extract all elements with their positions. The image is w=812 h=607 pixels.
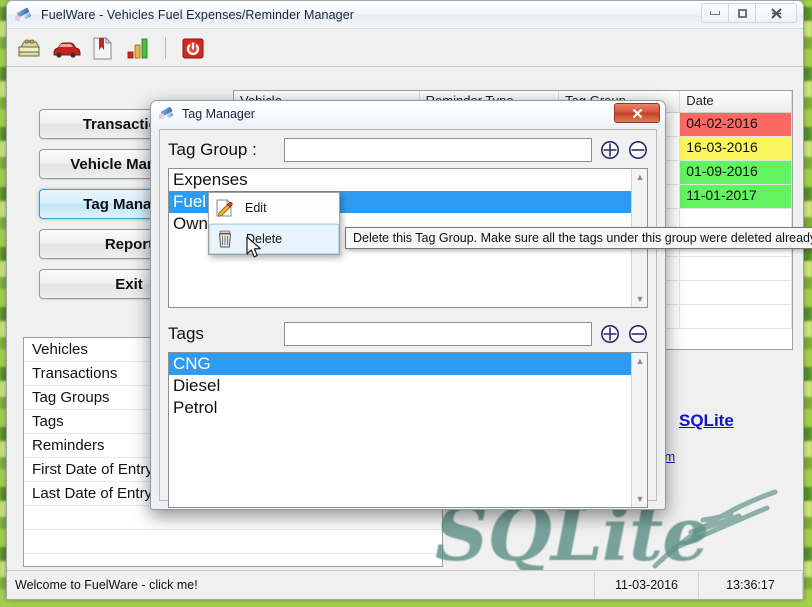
- list-item[interactable]: Petrol: [169, 397, 647, 419]
- status-bar: Welcome to FuelWare - click me! 11-03-20…: [7, 570, 803, 599]
- dialog-title-bar: Tag Manager: [151, 101, 665, 127]
- fuelware-icon: [159, 107, 175, 121]
- list-item-selected[interactable]: CNG: [169, 353, 647, 375]
- grid-col-date: Date: [680, 91, 792, 112]
- context-menu-item-delete[interactable]: Delete: [209, 224, 339, 254]
- remove-tag-group-button[interactable]: [628, 140, 648, 160]
- window-caption-buttons: [702, 3, 797, 23]
- fuel-station-icon[interactable]: [15, 33, 45, 63]
- scroll-up-icon[interactable]: ▲: [632, 353, 648, 369]
- status-time: 13:36:17: [699, 572, 803, 599]
- close-icon: [770, 7, 783, 20]
- add-tag-button[interactable]: [600, 324, 620, 344]
- add-tag-group-button[interactable]: [600, 140, 620, 160]
- context-menu: Edit Delete: [208, 192, 340, 255]
- cell-date: 16-03-2016: [680, 137, 792, 160]
- car-icon[interactable]: [51, 33, 81, 63]
- tags-input[interactable]: [284, 322, 592, 346]
- tooltip: Delete this Tag Group. Make sure all the…: [345, 227, 812, 249]
- close-icon: [631, 107, 644, 120]
- status-date: 11-03-2016: [595, 572, 699, 599]
- sqlite-swoosh-icon: [647, 486, 797, 576]
- maximize-button[interactable]: [728, 3, 756, 23]
- trash-delete-icon: [210, 225, 240, 253]
- tag-manager-dialog: Tag Manager Tag Group :: [150, 100, 666, 510]
- window-title: FuelWare - Vehicles Fuel Expenses/Remind…: [41, 8, 354, 22]
- list-item: [24, 530, 442, 554]
- remove-tag-button[interactable]: [628, 324, 648, 344]
- tags-listbox[interactable]: CNG Diesel Petrol ▲ ▼: [168, 352, 648, 508]
- document-tag-icon[interactable]: [87, 33, 117, 63]
- status-message[interactable]: Welcome to FuelWare - click me!: [7, 572, 595, 599]
- tags-label: Tags: [168, 324, 276, 344]
- plus-circle-icon: [600, 324, 620, 344]
- cell-date: 01-09-2016: [680, 161, 792, 184]
- context-menu-item-edit[interactable]: Edit: [209, 193, 339, 223]
- toolbar: [7, 29, 803, 67]
- plus-circle-icon: [600, 140, 620, 160]
- cell-date: 11-01-2017: [680, 185, 792, 208]
- power-exit-icon[interactable]: [178, 33, 208, 63]
- toolbar-separator: [165, 37, 166, 59]
- scroll-down-icon[interactable]: ▼: [632, 291, 648, 307]
- tags-scrollbar[interactable]: ▲ ▼: [631, 353, 647, 507]
- minus-circle-icon: [628, 140, 648, 160]
- tag-group-input[interactable]: [284, 138, 592, 162]
- pencil-edit-icon: [209, 194, 239, 222]
- list-item[interactable]: Diesel: [169, 375, 647, 397]
- close-button[interactable]: [755, 3, 797, 23]
- mouse-cursor-icon: [246, 236, 266, 262]
- minimize-button[interactable]: [701, 3, 729, 23]
- list-item[interactable]: Expenses: [169, 169, 647, 191]
- context-menu-label: Edit: [239, 201, 267, 215]
- tag-group-row: Tag Group :: [160, 130, 656, 166]
- minus-circle-icon: [628, 324, 648, 344]
- cell-date: 04-02-2016: [680, 113, 792, 136]
- sqlite-link[interactable]: SQLite: [679, 411, 734, 431]
- dialog-close-button[interactable]: [614, 103, 660, 123]
- tag-group-label: Tag Group :: [168, 140, 276, 160]
- dialog-body: Tag Group : Expenses Fuel Owner ▲: [159, 129, 657, 501]
- fuelware-icon: [15, 7, 33, 23]
- title-bar: FuelWare - Vehicles Fuel Expenses/Remind…: [7, 1, 803, 29]
- tags-row: Tags: [160, 308, 656, 350]
- scroll-down-icon[interactable]: ▼: [632, 491, 648, 507]
- scroll-up-icon[interactable]: ▲: [632, 169, 648, 185]
- bar-chart-icon[interactable]: [123, 33, 153, 63]
- dialog-title: Tag Manager: [182, 107, 255, 121]
